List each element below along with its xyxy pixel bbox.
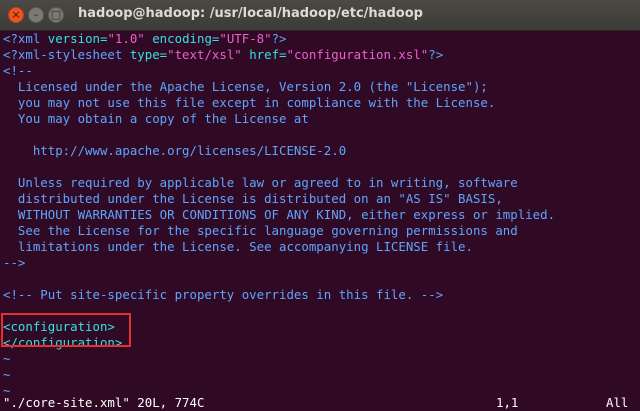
comment-line: --> [3,255,26,270]
attr-encoding-value: "UTF-8" [219,31,272,46]
comment-line: Licensed under the Apache License, Versi… [3,79,488,94]
pi-close: ?> [428,47,444,62]
pi-open: <?xml [3,31,48,46]
window-title: hadoop@hadoop: /usr/local/hadoop/etc/had… [78,6,423,21]
attr-href: href= [241,47,287,62]
title-bar[interactable]: × – □ hadoop@hadoop: /usr/local/hadoop/e… [0,0,640,31]
minimize-window-button[interactable]: – [28,7,44,23]
vim-cursor-position: 1,1 [496,395,519,410]
stylesheet-line: <?xml-stylesheet type="text/xsl" href="c… [3,47,443,63]
close-icon: × [11,8,21,21]
attr-version: version= [47,31,108,46]
comment-line: http://www.apache.org/licenses/LICENSE-2… [3,143,347,158]
comment-line: Unless required by applicable law or agr… [3,175,518,190]
attr-href-value: "configuration.xsl" [286,47,429,62]
pi-open: <?xml-stylesheet [3,47,130,62]
terminal-window: × – □ hadoop@hadoop: /usr/local/hadoop/e… [0,0,640,411]
xml-declaration-line: <?xml version="1.0" encoding="UTF-8"?> [3,31,287,47]
comment-line: <!-- [3,63,33,78]
comment-line: You may obtain a copy of the License at [3,111,309,126]
empty-line-tilde: ~ [3,351,11,366]
site-specific-comment: <!-- Put site-specific property override… [3,287,444,302]
configuration-highlight-box [1,313,131,347]
maximize-window-button[interactable]: □ [48,7,64,23]
vim-editor-area[interactable]: <?xml version="1.0" encoding="UTF-8"?> <… [0,31,640,411]
comment-line: WITHOUT WARRANTIES OR CONDITIONS OF ANY … [3,207,556,222]
vim-scroll-indicator: All [606,395,629,410]
comment-line: you may not use this file except in comp… [3,95,496,110]
attr-type-value: "text/xsl" [167,47,242,62]
attr-version-value: "1.0" [107,31,145,46]
attr-type: type= [129,47,168,62]
vim-status-filename: "./core-site.xml" 20L, 774C [3,395,205,410]
comment-line: See the License for the specific languag… [3,223,518,238]
close-window-button[interactable]: × [8,7,24,23]
minimize-icon: – [33,8,39,21]
pi-close: ?> [271,31,287,46]
comment-line: distributed under the License is distrib… [3,191,503,206]
attr-encoding: encoding= [144,31,220,46]
comment-line: limitations under the License. See accom… [3,239,473,254]
empty-line-tilde: ~ [3,367,11,382]
maximize-icon: □ [50,8,62,21]
